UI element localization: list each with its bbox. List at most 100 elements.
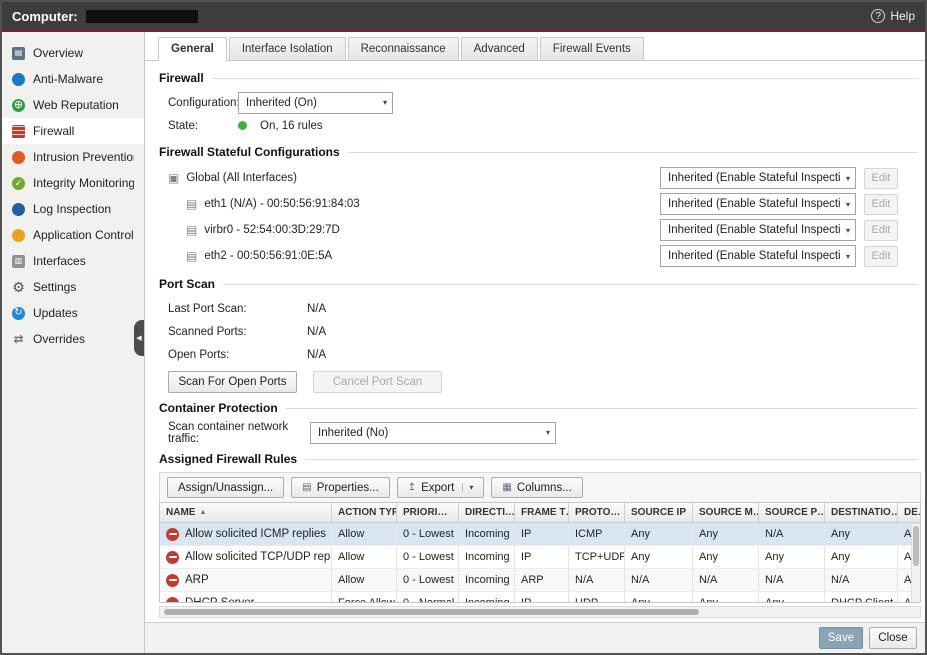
columns-button[interactable]: ▦ Columns... xyxy=(491,477,582,498)
footer-bar: Save Close xyxy=(145,622,925,653)
export-button[interactable]: ↥ Export ▾ xyxy=(397,477,485,498)
table-row[interactable]: DHCP Server Force Allow 0 - Normal Incom… xyxy=(160,592,921,603)
scan-for-open-ports-button[interactable]: Scan For Open Ports xyxy=(168,371,297,393)
firewall-icon xyxy=(12,125,25,138)
column-header-destination-mac[interactable]: DE… xyxy=(898,503,921,522)
edit-button[interactable]: Edit xyxy=(864,194,898,215)
save-button[interactable]: Save xyxy=(819,627,863,649)
tab-advanced[interactable]: Advanced xyxy=(461,37,538,61)
table-cell: Any xyxy=(759,546,825,568)
table-cell: 0 - Normal xyxy=(397,592,459,603)
table-cell: 0 - Lowest xyxy=(397,523,459,545)
container-traffic-row: Scan container network traffic: Inherite… xyxy=(168,421,925,444)
column-header-action-type[interactable]: ACTION TYP… xyxy=(332,503,397,522)
sidebar-item-updates[interactable]: ↻ Updates xyxy=(2,300,144,326)
rule-name: Allow solicited ICMP replies xyxy=(185,523,326,545)
column-header-direction[interactable]: DIRECTI… xyxy=(459,503,515,522)
scanned-ports-label: Scanned Ports: xyxy=(168,326,307,338)
sidebar-item-label: Application Control xyxy=(33,228,134,242)
container-traffic-select[interactable]: Inherited (No) ▾ xyxy=(310,422,556,444)
sidebar-item-intrusion-prevention[interactable]: Intrusion Prevention xyxy=(2,144,144,170)
table-cell: N/A xyxy=(759,569,825,591)
tab-interface-isolation[interactable]: Interface Isolation xyxy=(229,37,346,61)
rule-name: Allow solicited TCP/UDP replies xyxy=(185,546,332,568)
table-cell: Allow solicited ICMP replies xyxy=(160,523,332,545)
table-cell: Allow solicited TCP/UDP replies xyxy=(160,546,332,568)
stateful-config-select[interactable]: Inherited (Enable Stateful Inspection) ▾ xyxy=(660,193,856,215)
sidebar-item-interfaces[interactable]: ▥ Interfaces xyxy=(2,248,144,274)
computer-details-window: Computer: ? Help ▤ Overview Anti-Malware… xyxy=(0,0,927,655)
edit-button[interactable]: Edit xyxy=(864,168,898,189)
column-header-source-port[interactable]: SOURCE P… xyxy=(759,503,825,522)
column-header-source-mac[interactable]: SOURCE M… xyxy=(693,503,759,522)
sidebar-item-label: Interfaces xyxy=(33,254,86,268)
rules-toolbar: Assign/Unassign... ▤ Properties... ↥ Exp… xyxy=(159,472,921,502)
sidebar-item-log-inspection[interactable]: Log Inspection xyxy=(2,196,144,222)
table-row[interactable]: ARP Allow 0 - Lowest Incoming ARP N/A N/… xyxy=(160,569,921,592)
column-header-name[interactable]: NAME ▲ xyxy=(160,503,332,522)
column-header-protocol[interactable]: PROTO… xyxy=(569,503,625,522)
table-cell: Any xyxy=(693,592,759,603)
sidebar-item-anti-malware[interactable]: Anti-Malware xyxy=(2,66,144,92)
properties-button[interactable]: ▤ Properties... xyxy=(291,477,389,498)
sidebar-item-application-control[interactable]: Application Control xyxy=(2,222,144,248)
assign-unassign-label: Assign/Unassign... xyxy=(178,482,273,494)
sidebar-item-label: Log Inspection xyxy=(33,202,111,216)
edit-button[interactable]: Edit xyxy=(864,220,898,241)
table-row[interactable]: Allow solicited ICMP replies Allow 0 - L… xyxy=(160,523,921,546)
sidebar-item-integrity-monitoring[interactable]: ✓ Integrity Monitoring xyxy=(2,170,144,196)
table-cell: Any xyxy=(825,523,898,545)
sidebar-item-overview[interactable]: ▤ Overview xyxy=(2,40,144,66)
tab-firewall-events[interactable]: Firewall Events xyxy=(540,37,644,61)
rule-name: ARP xyxy=(185,569,209,591)
tab-reconnaissance[interactable]: Reconnaissance xyxy=(348,37,459,61)
table-cell: IP xyxy=(515,546,569,568)
sidebar-item-settings[interactable]: ⚙ Settings xyxy=(2,274,144,300)
table-cell: Any xyxy=(759,592,825,603)
table-cell: N/A xyxy=(693,569,759,591)
sidebar-item-overrides[interactable]: ⇄ Overrides xyxy=(2,326,144,352)
overrides-icon: ⇄ xyxy=(12,333,25,346)
column-header-priority[interactable]: PRIORI… xyxy=(397,503,459,522)
stateful-config-select[interactable]: Inherited (Enable Stateful Inspection) ▾ xyxy=(660,219,856,241)
cancel-port-scan-button[interactable]: Cancel Port Scan xyxy=(313,371,442,393)
firewall-rule-icon xyxy=(166,597,179,604)
table-cell: Incoming xyxy=(459,546,515,568)
horizontal-scrollbar-thumb[interactable] xyxy=(164,609,699,615)
table-cell: 0 - Lowest xyxy=(397,546,459,568)
scanned-ports-row: Scanned Ports: N/A xyxy=(168,320,925,343)
table-row[interactable]: Allow solicited TCP/UDP replies Allow 0 … xyxy=(160,546,921,569)
column-header-frame-type[interactable]: FRAME T… xyxy=(515,503,569,522)
sidebar-item-web-reputation[interactable]: ⊕ Web Reputation xyxy=(2,92,144,118)
vertical-scrollbar[interactable] xyxy=(911,524,920,602)
sort-ascending-icon: ▲ xyxy=(199,503,206,522)
sidebar-item-firewall[interactable]: Firewall xyxy=(2,118,144,144)
stateful-config-select[interactable]: Inherited (Enable Stateful Inspection) ▾ xyxy=(660,245,856,267)
column-header-source-ip[interactable]: SOURCE IP xyxy=(625,503,693,522)
chevron-down-icon: ▾ xyxy=(846,174,850,183)
sidebar-collapse-handle[interactable]: ◀ xyxy=(134,320,144,356)
table-cell: N/A xyxy=(569,569,625,591)
configuration-select[interactable]: Inherited (On) ▾ xyxy=(238,92,393,114)
close-button[interactable]: Close xyxy=(869,627,917,649)
help-button[interactable]: ? Help xyxy=(871,9,915,23)
table-cell: Any xyxy=(625,592,693,603)
tab-general[interactable]: General xyxy=(158,37,227,61)
assign-unassign-button[interactable]: Assign/Unassign... xyxy=(167,477,284,498)
horizontal-scrollbar[interactable] xyxy=(159,606,921,618)
stateful-config-select[interactable]: Inherited (Enable Stateful Inspection) ▾ xyxy=(660,167,856,189)
sidebar-item-label: Settings xyxy=(33,280,76,294)
column-header-destination-ip[interactable]: DESTINATIO… xyxy=(825,503,898,522)
table-cell: DHCP Server xyxy=(160,592,332,603)
edit-button[interactable]: Edit xyxy=(864,246,898,267)
stateful-row-label: eth2 - 00:50:56:91:0E:5A xyxy=(204,250,660,262)
vertical-scrollbar-thumb[interactable] xyxy=(913,526,919,566)
table-cell: N/A xyxy=(759,523,825,545)
stateful-selected-value: Inherited (Enable Stateful Inspection) xyxy=(668,172,840,184)
application-control-icon xyxy=(12,229,25,242)
table-cell: Force Allow xyxy=(332,592,397,603)
chevron-down-icon: ▾ xyxy=(846,200,850,209)
gear-icon: ⚙ xyxy=(12,281,25,294)
section-title: Assigned Firewall Rules xyxy=(159,452,297,466)
anti-malware-icon xyxy=(12,73,25,86)
